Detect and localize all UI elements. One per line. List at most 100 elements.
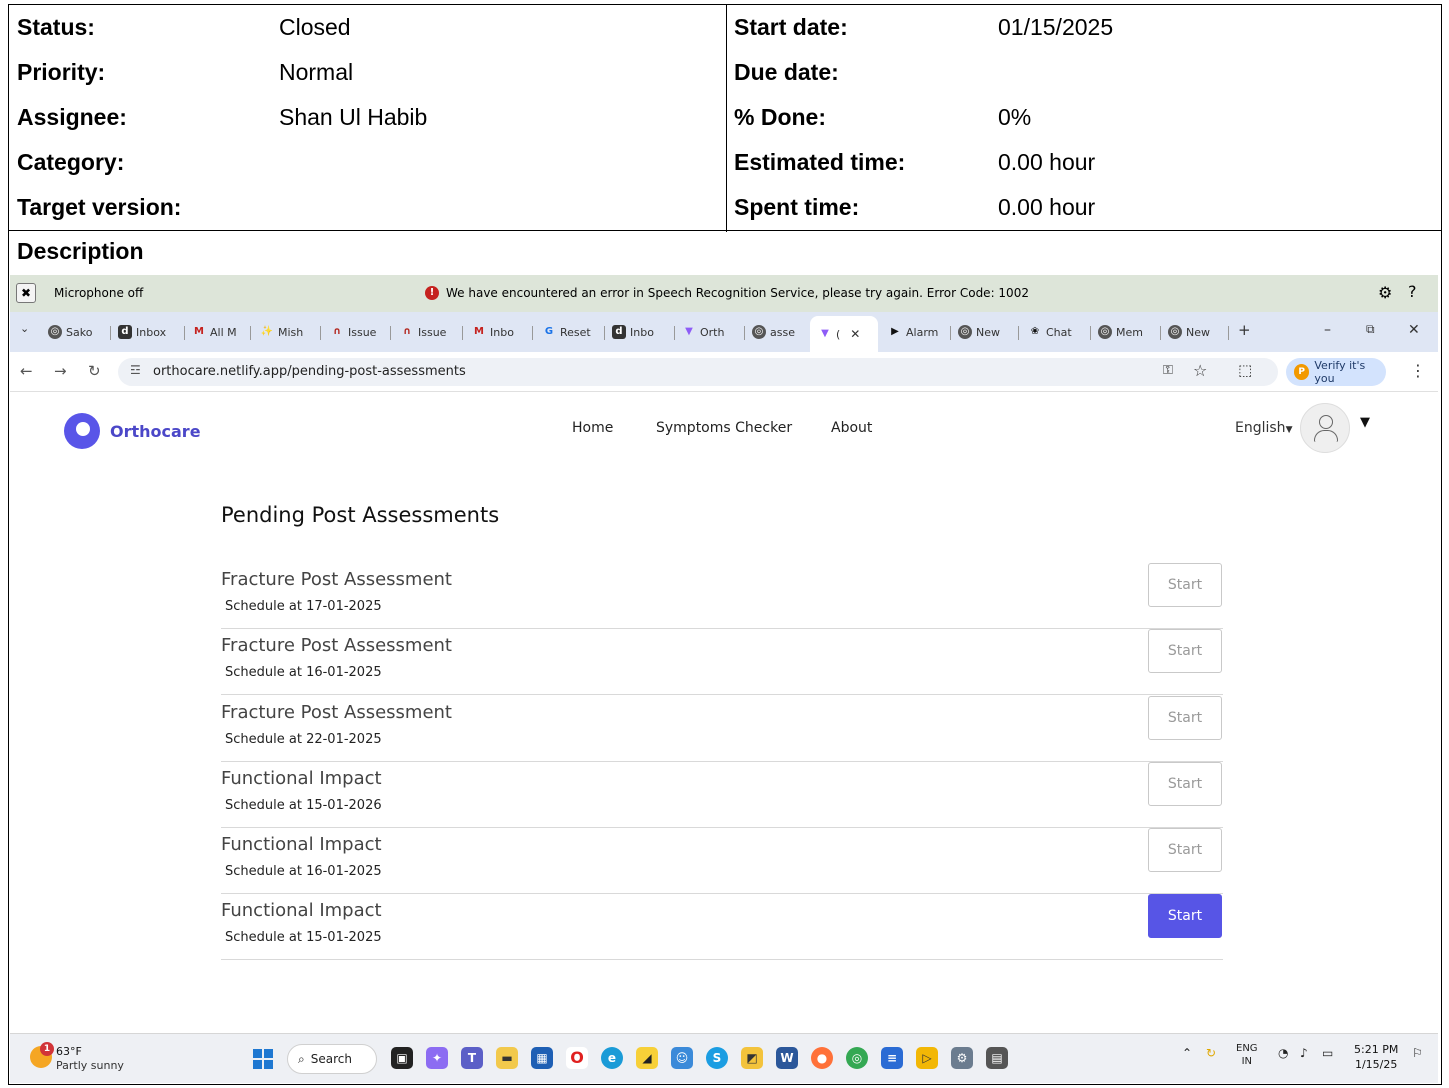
powerautomate-icon[interactable]: ▷ <box>916 1047 938 1069</box>
close-window-icon[interactable]: ✕ <box>1408 322 1420 338</box>
language-indicator[interactable]: ENG IN <box>1236 1042 1258 1068</box>
tab-label: Reset <box>560 325 591 339</box>
file-explorer-icon[interactable]: ▬ <box>496 1047 518 1069</box>
tray-chevron-up-icon[interactable]: ⌃ <box>1182 1046 1192 1060</box>
browser-tab[interactable]: M Inbo <box>472 320 526 344</box>
browser-tab[interactable]: ∩ Issue <box>400 320 454 344</box>
extensions-icon[interactable]: ⬚ <box>1238 361 1252 379</box>
weather-widget[interactable]: 1 63°F Partly sunny <box>30 1042 150 1076</box>
task-view-icon[interactable]: ▣ <box>391 1047 413 1069</box>
browser-tab[interactable]: ◎ Mem <box>1098 320 1154 344</box>
brand-logo[interactable]: Orthocare <box>64 413 201 449</box>
settings-app-icon[interactable]: ⚙ <box>951 1047 973 1069</box>
volume-muted-icon[interactable]: ♪ <box>1300 1046 1308 1060</box>
windows-taskbar: 1 63°F Partly sunny ⌕ Search ▣ ✦ T ▬ ▦ O… <box>10 1033 1438 1083</box>
speech-error-message: We have encountered an error in Speech R… <box>446 286 1029 300</box>
microsoft-store-icon[interactable]: ▦ <box>531 1047 553 1069</box>
redmine-icon: ∩ <box>402 326 412 337</box>
browser-tab[interactable]: M All M <box>192 320 242 344</box>
verify-profile-button[interactable]: P Verify it's you <box>1286 358 1386 386</box>
start-button[interactable]: Start <box>1148 762 1222 806</box>
attr-key: Target version: <box>17 194 182 220</box>
attr-value[interactable]: Shan Ul Habib <box>279 104 427 131</box>
tab-label: Chat <box>1046 325 1072 339</box>
assessment-schedule: Schedule at 17-01-2025 <box>225 599 382 614</box>
tab-search-chevron-icon[interactable]: ⌄ <box>20 322 29 335</box>
browser-tab[interactable]: ❀ Chat <box>1028 320 1084 344</box>
url-input[interactable]: ☲ orthocare.netlify.app/pending-post-ass… <box>118 358 1278 386</box>
taskbar-clock[interactable]: 5:21 PM 1/15/25 <box>1354 1042 1398 1072</box>
globe-icon: ◎ <box>1098 325 1112 339</box>
microphone-off-icon[interactable]: ✖ <box>16 283 36 303</box>
play-icon: ▶ <box>891 326 899 337</box>
browser-tab[interactable]: ◎ Sako <box>48 320 104 344</box>
copilot-icon[interactable]: ✦ <box>426 1047 448 1069</box>
nav-about[interactable]: About <box>831 420 872 436</box>
close-tab-icon[interactable]: ✕ <box>850 327 860 341</box>
sticky-notes-icon[interactable]: ◢ <box>636 1047 658 1069</box>
account-menu-caret-icon[interactable]: ▼ <box>1360 415 1370 430</box>
gear-icon[interactable]: ⚙ <box>1378 283 1392 302</box>
site-info-icon[interactable]: ☲ <box>130 363 141 377</box>
url-text[interactable]: orthocare.netlify.app/pending-post-asses… <box>153 364 466 379</box>
tab-label: Inbo <box>490 325 514 339</box>
assessment-schedule: Schedule at 16-01-2025 <box>225 665 382 680</box>
description-label: Description <box>17 238 144 264</box>
wifi-icon[interactable]: ◔ <box>1278 1046 1288 1060</box>
start-button-active[interactable]: Start <box>1148 894 1222 938</box>
battery-icon[interactable]: ▭ <box>1322 1046 1333 1060</box>
inbox-app-icon: d <box>612 325 626 339</box>
windows-start-icon[interactable] <box>253 1049 273 1069</box>
browser-tab[interactable]: ◎ New <box>1168 320 1222 344</box>
chrome-icon[interactable]: ◎ <box>846 1047 868 1069</box>
taskbar-search[interactable]: ⌕ Search <box>287 1044 377 1074</box>
teams-icon[interactable]: T <box>461 1047 483 1069</box>
browser-tab[interactable]: G Reset <box>542 320 598 344</box>
notepad-icon[interactable]: ≡ <box>881 1047 903 1069</box>
start-button[interactable]: Start <box>1148 696 1222 740</box>
firefox-icon[interactable]: ● <box>811 1047 833 1069</box>
tab-separator <box>110 326 111 340</box>
forward-icon[interactable]: → <box>54 362 67 380</box>
attr-key: Assignee: <box>17 104 127 130</box>
back-icon[interactable]: ← <box>20 362 33 380</box>
calculator-icon[interactable]: ▤ <box>986 1047 1008 1069</box>
browser-tab-active[interactable]: ▼ (✕ <box>810 316 878 352</box>
skype-icon[interactable]: S <box>706 1047 728 1069</box>
tab-label: asse <box>770 325 795 339</box>
password-key-icon[interactable]: ⚿ <box>1163 363 1173 378</box>
restore-icon[interactable]: ⧉ <box>1366 322 1375 337</box>
new-tab-icon[interactable]: + <box>1238 321 1251 339</box>
help-icon[interactable]: ? <box>1408 282 1417 301</box>
tab-label: New <box>976 325 1000 339</box>
browser-tab[interactable]: ◎ asse <box>752 320 808 344</box>
browser-tab[interactable]: ▶ Alarm <box>888 320 944 344</box>
assessment-row: Functional Impact Schedule at 15-01-2025… <box>221 894 1223 960</box>
browser-tab[interactable]: ▼ Orth <box>682 320 736 344</box>
word-icon[interactable]: W <box>776 1047 798 1069</box>
browser-tab[interactable]: d Inbox <box>118 320 178 344</box>
language-select[interactable]: English▼ <box>1235 420 1292 436</box>
people-icon[interactable]: ☺ <box>671 1047 693 1069</box>
browser-tab[interactable]: d Inbo <box>612 320 666 344</box>
nav-symptoms-checker[interactable]: Symptoms Checker <box>656 420 792 436</box>
redmine-icon: ∩ <box>332 326 342 337</box>
browser-tab[interactable]: ✨ Mish <box>260 320 310 344</box>
browser-tab[interactable]: ∩ Issue <box>330 320 384 344</box>
start-button[interactable]: Start <box>1148 563 1222 607</box>
reload-icon[interactable]: ↻ <box>88 362 101 380</box>
user-avatar[interactable] <box>1300 403 1350 453</box>
sync-icon[interactable]: ↻ <box>1206 1046 1216 1060</box>
photos-icon[interactable]: ◩ <box>741 1047 763 1069</box>
browser-tab[interactable]: ◎ New <box>958 320 1012 344</box>
start-button[interactable]: Start <box>1148 629 1222 673</box>
minimize-icon[interactable]: – <box>1324 322 1331 338</box>
start-button[interactable]: Start <box>1148 828 1222 872</box>
notification-bell-icon[interactable]: ⚐ <box>1412 1046 1423 1060</box>
tab-label: New <box>1186 325 1210 339</box>
nav-home[interactable]: Home <box>572 420 613 436</box>
bookmark-star-icon[interactable]: ☆ <box>1193 361 1207 380</box>
more-menu-icon[interactable]: ⋮ <box>1410 361 1426 380</box>
opera-icon[interactable]: O <box>566 1047 588 1069</box>
edge-icon[interactable]: e <box>601 1047 623 1069</box>
